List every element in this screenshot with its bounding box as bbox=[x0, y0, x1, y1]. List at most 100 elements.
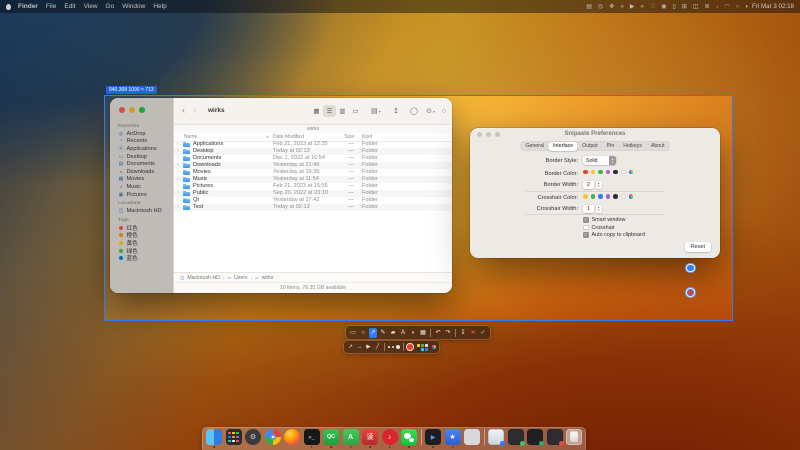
sidebar-item-movies[interactable]: ▦Movies bbox=[116, 176, 170, 184]
actions-button[interactable]: ⊙▾ bbox=[426, 105, 435, 117]
color-option[interactable] bbox=[613, 194, 618, 199]
sidebar-item-desktop[interactable]: ▭Desktop bbox=[116, 153, 170, 161]
line-style-icon[interactable]: ╱ bbox=[374, 342, 381, 352]
color-option[interactable] bbox=[606, 194, 611, 199]
custom-color-icon[interactable] bbox=[629, 194, 634, 199]
wechat-dock-icon[interactable] bbox=[401, 429, 417, 445]
menu-edit[interactable]: Edit bbox=[64, 3, 75, 10]
color-option[interactable] bbox=[583, 194, 588, 199]
color-swatch[interactable] bbox=[421, 348, 424, 351]
crosshair-width-stepper[interactable]: 1 ▴▾ bbox=[583, 205, 602, 214]
color-option[interactable] bbox=[621, 194, 626, 199]
disclosure-icon[interactable]: › bbox=[177, 141, 179, 148]
menu-finder[interactable]: Finder bbox=[18, 3, 38, 10]
finder-dock-icon[interactable] bbox=[206, 429, 222, 445]
sidebar-item-蓝色[interactable]: 蓝色 bbox=[116, 254, 170, 262]
grid-status-icon[interactable]: ▤ bbox=[586, 4, 592, 10]
table-row[interactable]: ›DesktopToday at 02:13—Folder bbox=[174, 148, 452, 155]
prev-track-icon[interactable]: « bbox=[621, 4, 624, 10]
minimized-window-4[interactable] bbox=[547, 429, 563, 445]
disclosure-icon[interactable]: › bbox=[177, 176, 179, 183]
music-app-dock-icon[interactable]: ♪ bbox=[382, 429, 398, 445]
sidebar-item-recents[interactable]: ◔Recents bbox=[116, 138, 170, 146]
menu-bar-clock[interactable]: Fri Mar 3 02:18 bbox=[752, 3, 794, 10]
border-style-popup[interactable]: Solid ▴▾ bbox=[583, 156, 616, 165]
next-track-icon[interactable]: » bbox=[641, 4, 644, 10]
windows-status-icon[interactable]: ⊞ bbox=[682, 4, 687, 10]
pencil-tool-icon[interactable]: ✎ bbox=[379, 328, 387, 338]
color-swatch[interactable] bbox=[417, 344, 420, 347]
mosaic-tool-icon[interactable]: ▦ bbox=[419, 328, 427, 338]
column-header-size[interactable]: Size bbox=[337, 133, 354, 141]
record-icon[interactable]: ◉ bbox=[661, 4, 666, 10]
tags-button[interactable]: ◯ bbox=[410, 105, 418, 117]
sidebar-item-macintosh-hd[interactable]: ◫Macintosh HD bbox=[116, 207, 170, 215]
column-header-name[interactable]: Name bbox=[184, 133, 197, 141]
columns-view-button[interactable]: ▥ bbox=[336, 105, 349, 117]
arrow-style-3-icon[interactable]: ▶ bbox=[365, 342, 372, 352]
color-option[interactable] bbox=[598, 170, 603, 175]
column-header-kind[interactable]: Kind bbox=[362, 133, 372, 141]
column-header-date-modified[interactable]: Date Modified bbox=[273, 133, 304, 141]
reset-button[interactable]: Reset bbox=[685, 242, 711, 252]
tab-hotkeys[interactable]: Hotkeys bbox=[619, 142, 647, 151]
disclosure-icon[interactable]: › bbox=[177, 155, 179, 162]
share-button[interactable]: ↥ bbox=[393, 105, 399, 117]
launchpad-dock-icon[interactable] bbox=[226, 429, 242, 445]
color-option[interactable] bbox=[591, 194, 596, 199]
display-icon[interactable]: ◫ bbox=[693, 4, 699, 10]
stepper-arrows-icon[interactable]: ▴▾ bbox=[596, 181, 602, 190]
gallery-view-button[interactable]: ▭ bbox=[349, 105, 362, 117]
table-row[interactable]: ›TestToday at 02:13—Folder bbox=[174, 204, 452, 211]
sidebar-item-downloads[interactable]: ◒Downloads bbox=[116, 168, 170, 176]
color-swatch[interactable] bbox=[425, 344, 428, 347]
table-row[interactable]: ›PicturesFeb 21, 2023 at 15:55—Folder bbox=[174, 183, 452, 190]
notes-icon[interactable]: ▯ bbox=[673, 4, 676, 10]
sidebar-item-documents[interactable]: ▤Documents bbox=[116, 160, 170, 168]
sidebar-item-红色[interactable]: 红色 bbox=[116, 224, 170, 232]
ellipse-tool-icon[interactable]: ○ bbox=[359, 328, 367, 338]
color-option[interactable] bbox=[613, 170, 618, 175]
selected-color-swatch[interactable] bbox=[407, 344, 413, 350]
path-segment[interactable]: wirks bbox=[262, 275, 274, 281]
menu-file[interactable]: File bbox=[46, 3, 56, 10]
qc-app-dock-icon[interactable]: QC bbox=[323, 429, 339, 445]
terminal-dock-icon[interactable]: >_ bbox=[304, 429, 320, 445]
sidebar-item-pictures[interactable]: ▣Pictures bbox=[116, 191, 170, 199]
menu-go[interactable]: Go bbox=[106, 3, 115, 10]
custom-color-icon[interactable] bbox=[432, 345, 437, 350]
stroke-size-option[interactable] bbox=[388, 346, 390, 348]
table-row[interactable]: ›PublicSep 20, 2022 at 23:10—Folder bbox=[174, 190, 452, 197]
tab-about[interactable]: About bbox=[646, 142, 669, 151]
minimize-button[interactable] bbox=[129, 107, 135, 113]
color-option[interactable] bbox=[598, 194, 603, 199]
color-option[interactable] bbox=[606, 170, 611, 175]
group-by-button[interactable]: ▤▾ bbox=[371, 105, 381, 117]
bubble-tool-icon[interactable]: ◗ bbox=[409, 328, 417, 338]
checkbox-icon[interactable]: ✓ bbox=[583, 232, 589, 238]
stats-icon[interactable]: ≣ bbox=[705, 4, 710, 10]
minimized-window-1[interactable] bbox=[488, 429, 504, 445]
arrow-style-2-icon[interactable]: → bbox=[356, 342, 363, 352]
tab-output[interactable]: Output bbox=[578, 142, 603, 151]
sidebar-item-applications[interactable]: ⒶApplications bbox=[116, 145, 170, 153]
color-swatch[interactable] bbox=[421, 344, 424, 347]
trash-dock-icon[interactable] bbox=[566, 429, 582, 445]
marker-tool-icon[interactable]: ▰ bbox=[389, 328, 397, 338]
checkbox-smart-window[interactable]: ✓Smart window bbox=[583, 217, 625, 223]
sidebar-item-绿色[interactable]: 绿色 bbox=[116, 247, 170, 255]
play-icon[interactable]: ▶ bbox=[630, 4, 635, 10]
zoom-button[interactable] bbox=[139, 107, 145, 113]
list-view-button[interactable]: ☰ bbox=[323, 105, 336, 117]
cancel-icon[interactable]: ✕ bbox=[469, 328, 477, 338]
color-option[interactable] bbox=[621, 170, 626, 175]
disclosure-icon[interactable]: › bbox=[177, 148, 179, 155]
firefox-dock-icon[interactable] bbox=[284, 429, 300, 445]
path-segment[interactable]: Macintosh HD bbox=[187, 275, 220, 281]
path-segment[interactable]: Users bbox=[234, 275, 248, 281]
a-app-dock-icon[interactable]: A bbox=[343, 429, 359, 445]
disclosure-icon[interactable]: › bbox=[177, 169, 179, 176]
table-row[interactable]: ›QtYesterday at 17:42—Folder bbox=[174, 197, 452, 204]
star-app-dock-icon[interactable]: ★ bbox=[445, 429, 461, 445]
player-app-dock-icon[interactable]: ▶ bbox=[425, 429, 441, 445]
